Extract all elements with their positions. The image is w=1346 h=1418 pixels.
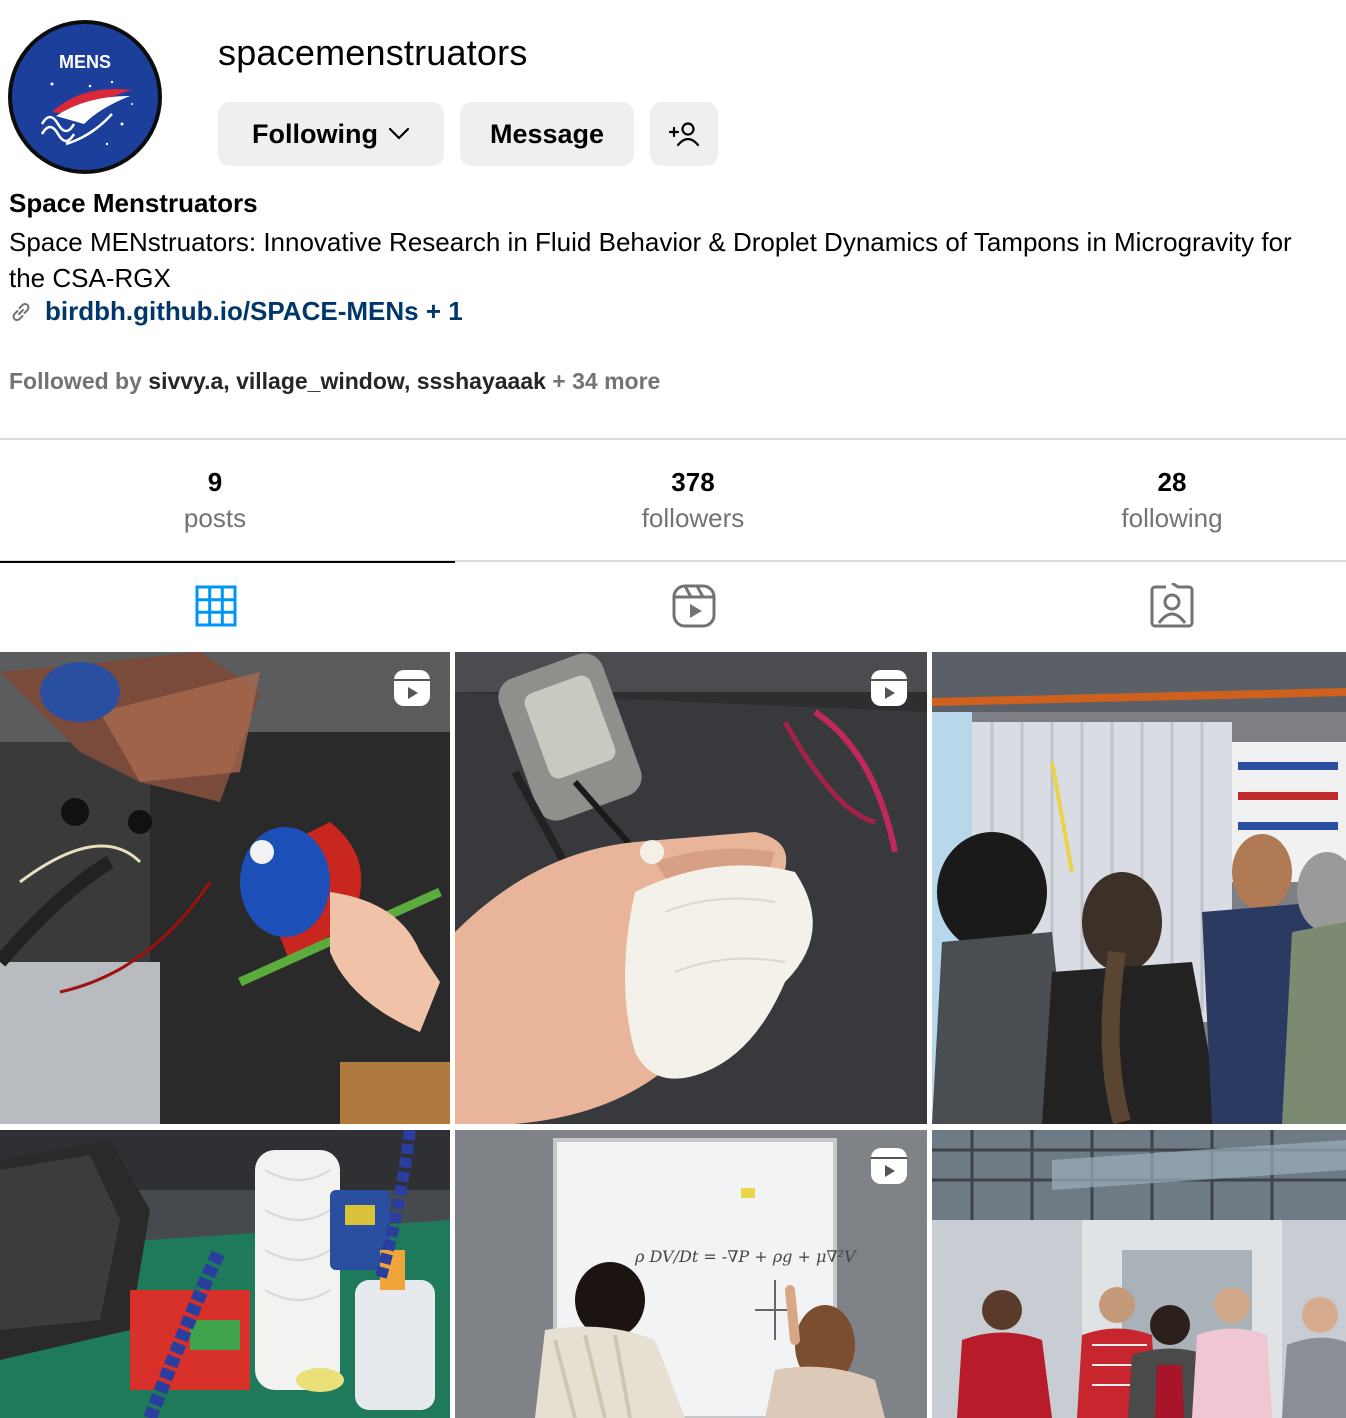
post-image-tampon-hand <box>455 652 927 1124</box>
reel-badge-icon <box>871 670 907 706</box>
chevron-down-icon <box>388 127 410 140</box>
stat-following[interactable]: 28 following <box>1022 466 1322 538</box>
link-icon <box>12 302 30 321</box>
followed-by-more[interactable]: + 34 more <box>546 368 660 394</box>
grid-icon[interactable] <box>193 583 239 629</box>
avatar-logo-text: MENS <box>59 52 111 72</box>
profile-username: spacemenstruators <box>218 32 528 73</box>
reels-icon[interactable] <box>671 583 717 629</box>
profile-external-link[interactable]: birdbh.github.io/SPACE-MENs + 1 <box>45 296 463 327</box>
stat-posts-label: posts <box>183 503 247 533</box>
following-button-label: Following <box>252 118 378 149</box>
add-person-icon <box>668 122 700 147</box>
stat-followers-label: followers <box>641 503 745 533</box>
stat-posts-value: 9 <box>207 467 223 497</box>
svg-text:ρ DV/Dt = -∇P + ρg + μ∇²V: ρ DV/Dt = -∇P + ρg + μ∇²V <box>634 1247 857 1266</box>
profile-avatar[interactable]: MENS <box>8 20 162 174</box>
active-tab-indicator <box>0 561 455 563</box>
profile-bio: Space MENstruators: Innovative Research … <box>9 227 1292 293</box>
reel-badge-icon <box>871 1148 907 1184</box>
post-tile[interactable] <box>455 652 927 1124</box>
profile-display-name: Space Menstruators <box>9 188 258 218</box>
message-button-label: Message <box>489 118 605 149</box>
section-divider <box>0 438 1346 440</box>
post-tile[interactable] <box>932 652 1346 1124</box>
profile-link-row[interactable]: birdbh.github.io/SPACE-MENs + 1 <box>9 296 463 327</box>
message-button[interactable]: Message <box>460 102 634 166</box>
following-button[interactable]: Following <box>218 102 444 166</box>
followed-by-text[interactable]: Followed by sivvy.a, village_window, sss… <box>9 368 660 395</box>
post-image-soldering <box>0 652 450 1124</box>
stat-followers-value: 378 <box>671 467 715 497</box>
followed-by-prefix: Followed by <box>9 368 149 394</box>
stat-following-label: following <box>1121 503 1223 533</box>
post-tile[interactable] <box>932 1130 1346 1418</box>
post-tile[interactable] <box>0 652 450 1124</box>
add-person-button[interactable] <box>650 102 718 166</box>
post-tile[interactable] <box>0 1130 450 1418</box>
stat-following-value: 28 <box>1157 467 1187 497</box>
stat-followers[interactable]: 378 followers <box>543 466 843 538</box>
reel-badge-icon <box>394 670 430 706</box>
avatar-logo: MENS <box>12 24 158 170</box>
followed-by-names[interactable]: sivvy.a, village_window, ssshayaaak <box>148 368 546 394</box>
post-image-workbench <box>0 1130 450 1418</box>
post-image-whiteboard: ρ DV/Dt = -∇P + ρg + μ∇²V <box>455 1130 927 1418</box>
post-image-store-group <box>932 652 1346 1124</box>
post-image-group-photo <box>932 1130 1346 1418</box>
tagged-icon[interactable] <box>1149 583 1195 629</box>
stat-posts: 9 posts <box>65 466 365 538</box>
post-tile[interactable]: ρ DV/Dt = -∇P + ρg + μ∇²V <box>455 1130 927 1418</box>
